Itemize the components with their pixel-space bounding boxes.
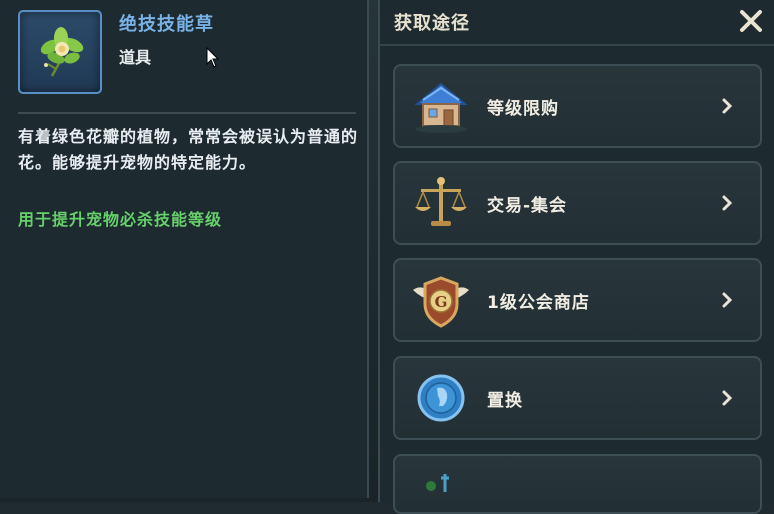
chevron-right-icon [722, 390, 733, 406]
scales-icon [415, 177, 467, 226]
chevron-right-icon [722, 292, 733, 308]
source-row-level-purchase[interactable]: 等级限购 [393, 64, 762, 148]
acquire-panel: 获取途径 等级限购 交易-集会 G 1级公会商店 置换 [378, 0, 774, 514]
panel-title: 获取途径 [394, 13, 470, 34]
close-icon [740, 10, 762, 32]
shop-house-icon [414, 82, 468, 133]
close-button[interactable] [736, 6, 766, 36]
item-icon-frame [18, 10, 102, 94]
chevron-right-icon [722, 98, 733, 114]
acquire-header: 获取途径 [380, 0, 774, 46]
partial-icon [426, 474, 449, 492]
source-label: 交易-集会 [487, 196, 568, 216]
source-row-trade-market[interactable]: 交易-集会 [393, 161, 762, 245]
source-label: 置换 [487, 391, 523, 411]
divider [18, 112, 356, 114]
source-label: 等级限购 [487, 99, 559, 119]
svg-text:G: G [435, 293, 448, 311]
item-name: 绝技技能草 [119, 14, 214, 35]
exchange-coin-icon [417, 374, 465, 422]
source-label: 1级公会商店 [487, 293, 590, 313]
item-description: 有着绿色花瓣的植物，常常会被误认为普通的花。能够提升宠物的特定能力。 [18, 127, 359, 172]
item-effect: 用于提升宠物必杀技能等级 [18, 210, 223, 229]
source-row-partial[interactable] [393, 454, 762, 514]
item-detail-panel: 绝技技能草 道具 有着绿色花瓣的植物，常常会被误认为普通的花。能够提升宠物的特定… [0, 0, 369, 498]
source-row-exchange[interactable]: 置换 [393, 356, 762, 440]
mouse-cursor-icon [206, 47, 220, 68]
item-type: 道具 [119, 48, 152, 67]
guild-badge-icon: G [413, 276, 469, 328]
chevron-right-icon [722, 195, 733, 211]
herb-icon [40, 27, 84, 77]
source-row-guild-shop[interactable]: G 1级公会商店 [393, 258, 762, 342]
